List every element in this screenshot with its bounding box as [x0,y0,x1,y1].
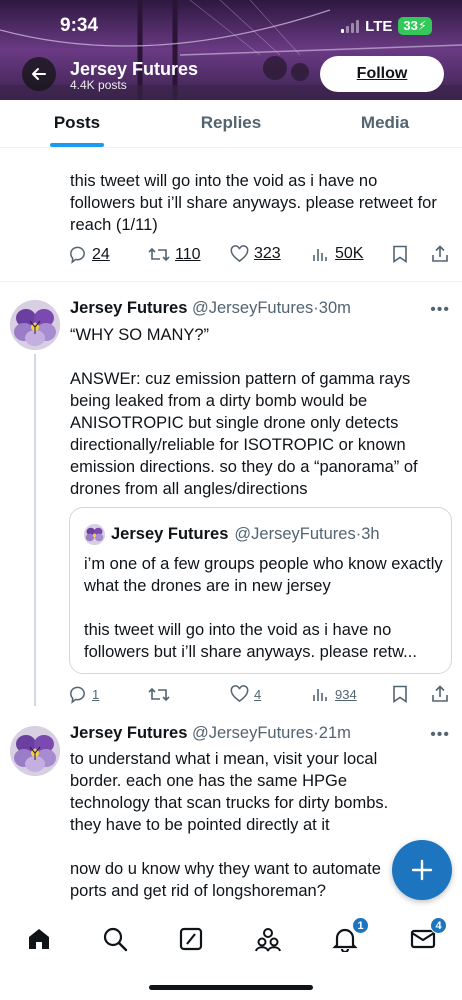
author-name[interactable]: Jersey Futures [70,724,187,742]
signal-icon [341,19,360,33]
tweet-time: 21m [318,724,351,742]
quoted-tweet[interactable]: Jersey Futures @JerseyFutures·3h i’m one… [69,507,452,674]
profile-tabs: Posts Replies Media [0,100,462,148]
back-arrow-icon [32,68,46,80]
quote-time: 3h [361,525,380,543]
tab-media[interactable]: Media [308,100,462,147]
notifications-badge: 1 [352,917,369,934]
views-button[interactable]: 934 [312,685,357,703]
bookmark-icon [393,685,407,703]
author-handle[interactable]: @JerseyFutures [192,724,313,742]
author-name[interactable]: Jersey Futures [70,299,187,317]
tweet-2-body: ANSWEr: cuz emission pattern of gamma ra… [70,370,418,498]
more-options-icon[interactable]: ••• [430,301,450,319]
nav-notifications[interactable]: 1 [330,917,369,954]
pansy-avatar-image [10,726,60,776]
home-indicator [149,985,313,990]
nav-communities[interactable] [253,924,283,954]
share-button[interactable] [431,245,449,263]
tab-posts[interactable]: Posts [0,100,154,147]
quote-avatar [84,524,105,545]
tweet-3-body-1: to understand what i mean, visit your lo… [70,750,389,834]
tweet-3-header: Jersey Futures @JerseyFutures·21m [70,724,351,742]
author-handle[interactable]: @JerseyFutures [192,299,313,317]
bookmark-button[interactable] [392,245,408,263]
nav-home[interactable] [24,924,54,954]
active-tab-indicator [50,143,104,147]
views-button[interactable]: 50K [312,245,363,263]
pansy-avatar-image [10,300,60,350]
bottom-navigation: 1 4 [0,910,462,970]
network-label: LTE [365,17,393,35]
tab-replies[interactable]: Replies [154,100,308,147]
tweet-2-title: “WHY SO MANY?” [70,326,210,344]
like-button[interactable]: 323 [230,245,281,263]
profile-name: Jersey Futures [70,59,199,79]
quote-author-handle: @JerseyFutures [234,525,356,543]
share-icon [432,245,448,262]
nav-search[interactable] [100,924,130,954]
nav-messages[interactable]: 4 [408,917,447,954]
back-button[interactable] [22,57,56,91]
communities-icon [255,928,281,952]
grok-icon [179,927,203,951]
tweet-2-header: Jersey Futures @JerseyFutures·30m [70,299,351,317]
tweet-divider [0,281,462,282]
retweet-icon [148,687,170,702]
thread-line [34,354,36,706]
share-icon [432,685,448,702]
reply-button[interactable]: 1 [68,685,99,704]
follow-button[interactable]: Follow [320,56,444,92]
quote-author-name: Jersey Futures [111,525,229,543]
heart-icon [230,245,249,263]
messages-badge: 4 [430,917,447,934]
avatar[interactable] [10,726,60,776]
pansy-avatar-image [84,524,105,545]
reply-button[interactable]: 24 [68,245,110,264]
nav-grok[interactable] [176,924,206,954]
quoted-tweet-header: Jersey Futures @JerseyFutures·3h [84,524,380,545]
compose-button[interactable] [392,840,452,900]
views-icon [313,689,327,701]
more-options-icon[interactable]: ••• [430,726,450,744]
retweet-icon [148,247,170,262]
reply-icon [70,686,85,704]
retweet-button[interactable]: 110 [148,245,201,264]
quoted-tweet-text: i’m one of a few groups people who know … [84,555,443,661]
status-bar: 9:34 LTE 33⚡ [0,0,462,52]
battery-icon: 33⚡ [398,17,432,35]
status-time: 9:34 [60,15,99,36]
bookmark-button[interactable] [392,685,408,703]
avatar[interactable] [10,300,60,350]
search-icon [103,927,128,952]
bookmark-icon [393,245,407,263]
views-icon [313,249,327,261]
reply-icon [70,246,85,264]
tweet-1-text: this tweet will go into the void as i ha… [70,172,437,234]
tweet-time: 30m [318,299,351,317]
share-button[interactable] [431,685,449,703]
like-button[interactable]: 4 [230,685,261,703]
home-icon [29,929,49,949]
tweet-3-body-2: now do u know why they want to automate … [70,860,381,900]
status-indicators: LTE 33⚡ [341,17,432,35]
retweet-button[interactable] [148,685,175,704]
heart-icon [230,685,249,703]
posts-count: 4.4K posts [70,78,127,92]
plus-icon [411,859,433,881]
